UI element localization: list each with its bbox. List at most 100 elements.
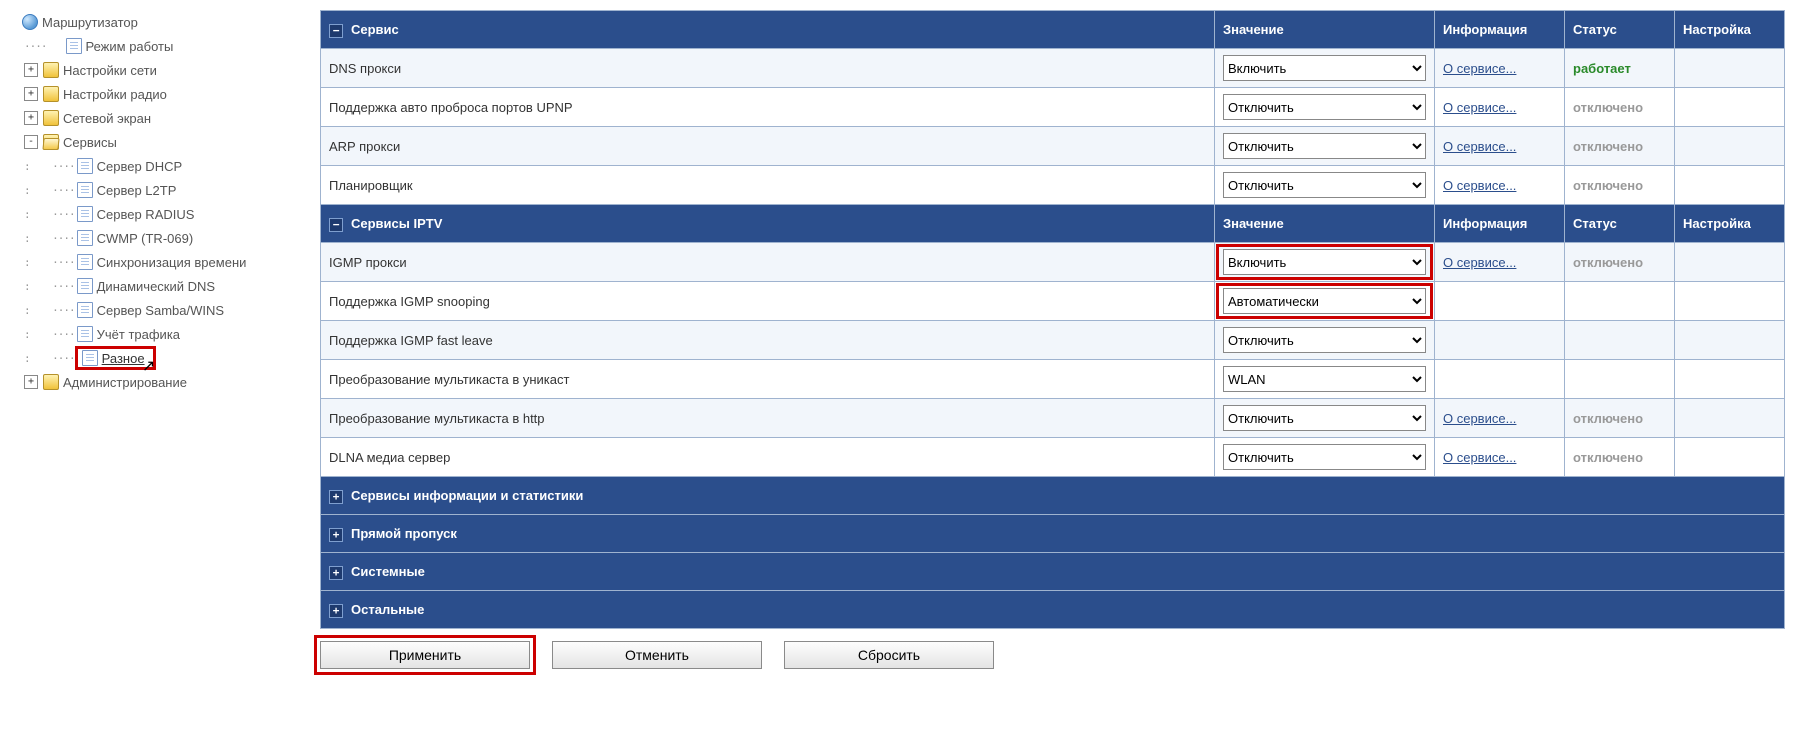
service-value-select[interactable]: Автоматически bbox=[1223, 288, 1426, 314]
service-name: Преобразование мультикаста в http bbox=[321, 399, 1215, 438]
folder-icon bbox=[43, 86, 59, 102]
service-status bbox=[1565, 321, 1675, 360]
service-name: Поддержка IGMP fast leave bbox=[321, 321, 1215, 360]
tree-item[interactable]: : ····Учёт трафика bbox=[20, 322, 310, 346]
service-info: О сервисе... bbox=[1435, 127, 1565, 166]
service-status: отключено bbox=[1565, 127, 1675, 166]
tree-item[interactable]: ···· Режим работы bbox=[20, 34, 310, 58]
service-value-cell: Включить bbox=[1215, 49, 1435, 88]
tree-item[interactable]: : ····Разное↖ bbox=[20, 346, 310, 370]
table-row: Преобразование мультикаста в http Отключи… bbox=[321, 399, 1785, 438]
tree-label: Синхронизация времени bbox=[97, 255, 247, 270]
tree-item-services[interactable]: - Сервисы bbox=[20, 130, 310, 154]
service-value-cell: WLAN bbox=[1215, 360, 1435, 399]
expand-icon[interactable]: + bbox=[329, 604, 343, 618]
collapse-icon[interactable]: − bbox=[329, 24, 343, 38]
about-service-link[interactable]: О сервисе... bbox=[1443, 139, 1516, 154]
service-status bbox=[1565, 282, 1675, 321]
service-name: DNS прокси bbox=[321, 49, 1215, 88]
col-settings: Настройка bbox=[1675, 205, 1785, 243]
service-value-select[interactable]: Отключить bbox=[1223, 327, 1426, 353]
tree-item[interactable]: + Настройки радио bbox=[20, 82, 310, 106]
about-service-link[interactable]: О сервисе... bbox=[1443, 61, 1516, 76]
about-service-link[interactable]: О сервисе... bbox=[1443, 255, 1516, 270]
tree-item[interactable]: : ····Сервер Samba/WINS bbox=[20, 298, 310, 322]
expand-icon[interactable]: + bbox=[329, 528, 343, 542]
table-row: IGMP проксиВключитьО сервисе...отключено bbox=[321, 243, 1785, 282]
service-settings bbox=[1675, 399, 1785, 438]
expand-icon[interactable]: + bbox=[329, 490, 343, 504]
service-value-select[interactable]: WLAN bbox=[1223, 366, 1426, 392]
about-service-link[interactable]: О сервисе... bbox=[1443, 450, 1516, 465]
service-value-select[interactable]: Отключить bbox=[1223, 94, 1426, 120]
service-value-select[interactable]: Отключить bbox=[1223, 444, 1426, 470]
service-value-cell: Отключить bbox=[1215, 127, 1435, 166]
col-settings: Настройка bbox=[1675, 11, 1785, 49]
cursor-icon: ↖ bbox=[142, 356, 155, 376]
tree-expander[interactable]: + bbox=[24, 87, 38, 101]
service-info bbox=[1435, 360, 1565, 399]
service-value-select[interactable]: Отключить bbox=[1223, 133, 1426, 159]
section-header[interactable]: +Сервисы информации и статистики bbox=[321, 477, 1785, 515]
service-settings bbox=[1675, 127, 1785, 166]
section-header[interactable]: +Системные bbox=[321, 553, 1785, 591]
service-info: О сервисе... bbox=[1435, 399, 1565, 438]
tree-expander[interactable]: + bbox=[24, 63, 38, 77]
tree-root-label: Маршрутизатор bbox=[42, 15, 138, 30]
button-bar: Применить Отменить Сбросить bbox=[320, 641, 1785, 669]
tree-item[interactable]: : ····Сервер DHCP bbox=[20, 154, 310, 178]
service-value-select[interactable]: Отключить bbox=[1223, 405, 1426, 431]
service-value-select[interactable]: Включить bbox=[1223, 55, 1426, 81]
tree-item[interactable]: + Настройки сети bbox=[20, 58, 310, 82]
page-icon bbox=[77, 158, 93, 174]
tree-label: Сервер Samba/WINS bbox=[97, 303, 224, 318]
col-service: −Сервис bbox=[321, 11, 1215, 49]
page-icon bbox=[77, 206, 93, 222]
service-value-select[interactable]: Отключить bbox=[1223, 172, 1426, 198]
cancel-button[interactable]: Отменить bbox=[552, 641, 762, 669]
page-icon bbox=[77, 230, 93, 246]
page-icon bbox=[77, 182, 93, 198]
service-info: О сервисе... bbox=[1435, 49, 1565, 88]
tree-expander[interactable]: + bbox=[24, 375, 38, 389]
tree-expander[interactable]: - bbox=[24, 135, 38, 149]
service-status: отключено bbox=[1565, 243, 1675, 282]
section-header[interactable]: +Остальные bbox=[321, 591, 1785, 629]
service-name: ARP прокси bbox=[321, 127, 1215, 166]
tree-root[interactable]: Маршрутизатор bbox=[20, 10, 310, 34]
about-service-link[interactable]: О сервисе... bbox=[1443, 411, 1516, 426]
section-header[interactable]: +Прямой пропуск bbox=[321, 515, 1785, 553]
tree-item[interactable]: : ····Сервер L2TP bbox=[20, 178, 310, 202]
collapse-icon[interactable]: − bbox=[329, 218, 343, 232]
folder-icon bbox=[43, 374, 59, 390]
service-name: Поддержка IGMP snooping bbox=[321, 282, 1215, 321]
service-status bbox=[1565, 360, 1675, 399]
expand-icon[interactable]: + bbox=[329, 566, 343, 580]
tree-label: CWMP (TR-069) bbox=[97, 231, 194, 246]
tree-item[interactable]: + Администрирование bbox=[20, 370, 310, 394]
tree-label: Динамический DNS bbox=[97, 279, 215, 294]
service-value-cell: Отключить bbox=[1215, 438, 1435, 477]
apply-button[interactable]: Применить bbox=[320, 641, 530, 669]
globe-icon bbox=[22, 14, 38, 30]
tree-item[interactable]: : ····Сервер RADIUS bbox=[20, 202, 310, 226]
reset-button[interactable]: Сбросить bbox=[784, 641, 994, 669]
folder-open-icon bbox=[43, 134, 59, 150]
service-info: О сервисе... bbox=[1435, 88, 1565, 127]
service-settings bbox=[1675, 321, 1785, 360]
page-icon bbox=[77, 302, 93, 318]
service-name: Планировщик bbox=[321, 166, 1215, 205]
tree-item[interactable]: + Сетевой экран bbox=[20, 106, 310, 130]
service-info bbox=[1435, 321, 1565, 360]
page-icon bbox=[66, 38, 82, 54]
tree-item[interactable]: : ····Динамический DNS bbox=[20, 274, 310, 298]
tree-expander[interactable]: + bbox=[24, 111, 38, 125]
about-service-link[interactable]: О сервисе... bbox=[1443, 100, 1516, 115]
tree-item[interactable]: : ····CWMP (TR-069) bbox=[20, 226, 310, 250]
tree-item[interactable]: : ····Синхронизация времени bbox=[20, 250, 310, 274]
service-value-select[interactable]: Включить bbox=[1223, 249, 1426, 275]
page-icon bbox=[77, 326, 93, 342]
tree-label: Учёт трафика bbox=[97, 327, 180, 342]
about-service-link[interactable]: О сервисе... bbox=[1443, 178, 1516, 193]
services-table: −СервисЗначениеИнформацияСтатусНастройка… bbox=[320, 10, 1785, 629]
